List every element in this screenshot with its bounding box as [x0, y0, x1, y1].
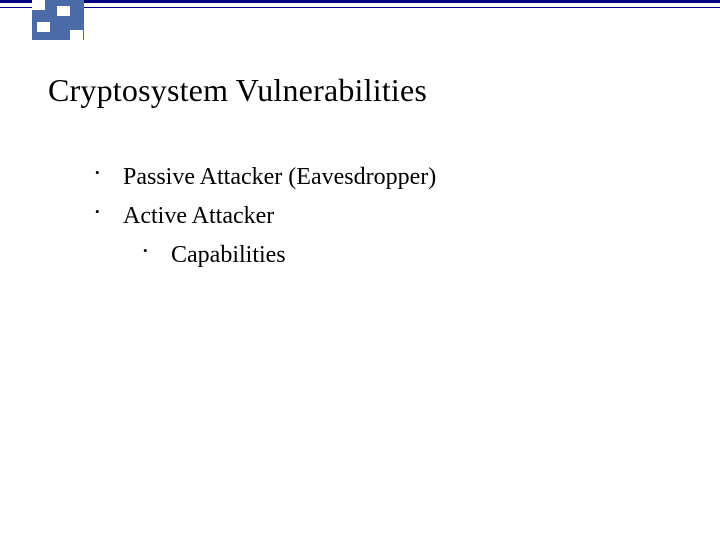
slide: Cryptosystem Vulnerabilities Passive Att…: [0, 0, 720, 540]
list-item: Capabilities: [143, 238, 436, 273]
list-item-text: Capabilities: [171, 242, 286, 268]
corner-accent-cell: [57, 6, 70, 16]
bullet-list-sub: Capabilities: [123, 238, 436, 273]
list-item-text: Passive Attacker (Eavesdropper): [123, 164, 436, 190]
corner-accent-icon: [32, 0, 84, 40]
list-item: Passive Attacker (Eavesdropper): [95, 160, 436, 195]
corner-accent-cell: [70, 30, 83, 40]
bullet-list: Passive Attacker (Eavesdropper) Active A…: [95, 160, 436, 272]
corner-accent-cell: [37, 22, 50, 32]
slide-body: Passive Attacker (Eavesdropper) Active A…: [95, 160, 436, 276]
list-item-text: Active Attacker: [123, 203, 274, 229]
top-border-thin: [0, 7, 720, 8]
corner-accent-cell: [32, 0, 45, 10]
list-item: Active Attacker Capabilities: [95, 199, 436, 273]
top-border-thick: [0, 0, 720, 3]
slide-title: Cryptosystem Vulnerabilities: [48, 72, 427, 109]
